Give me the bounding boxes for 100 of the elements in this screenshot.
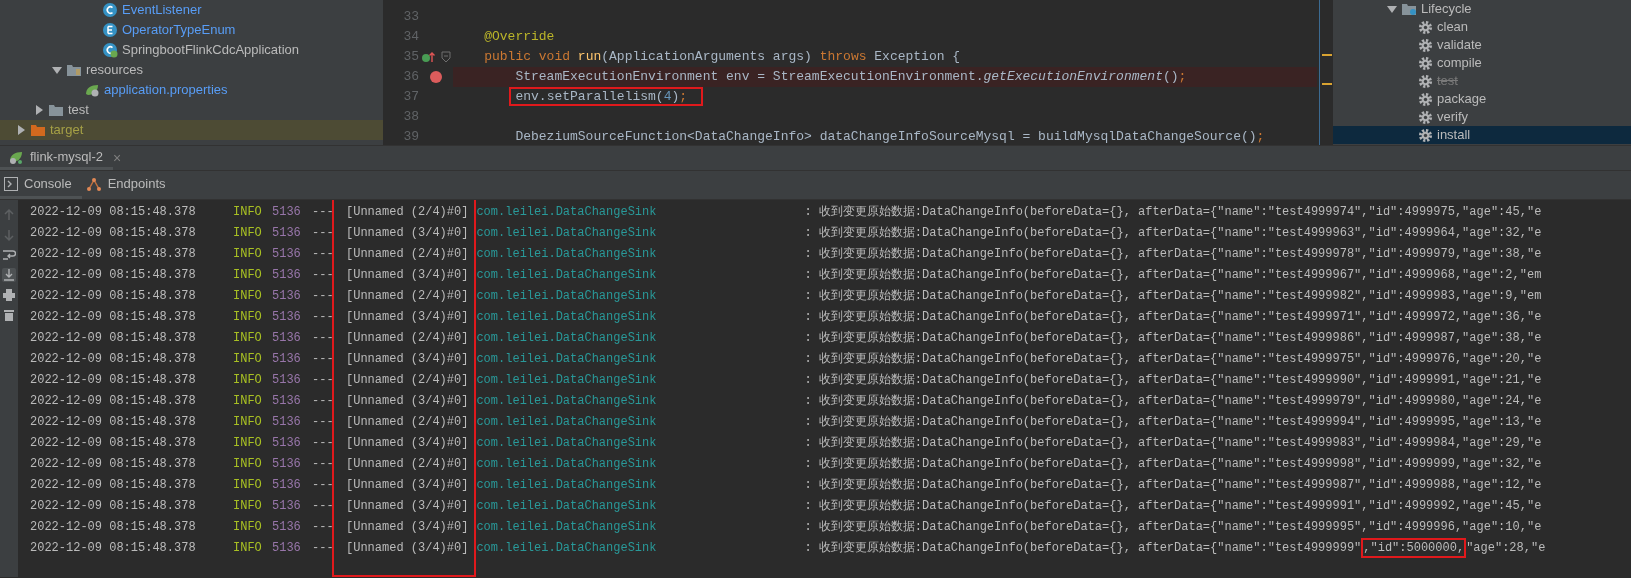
process-id: 5136 <box>272 225 302 242</box>
log-message: : 收到变更原始数据:DataChangeInfo(beforeData={}, afterData={"name":"test4999978","id":4999979,"age":38,"e <box>804 246 1543 263</box>
log-separator: --- <box>312 498 332 515</box>
collapsed-arrow-icon[interactable] <box>34 105 44 115</box>
maven-goal[interactable]: compile <box>1437 53 1482 73</box>
logger-name: com.leilei.DataChangeSink <box>476 393 658 410</box>
trash-icon[interactable] <box>2 308 16 322</box>
log-level: INFO <box>233 456 263 473</box>
log-level: INFO <box>233 309 263 326</box>
log-separator: --- <box>312 204 332 221</box>
gear-icon <box>1418 73 1433 89</box>
log-level: INFO <box>233 225 263 242</box>
gear-icon <box>1418 127 1433 143</box>
gear-icon <box>1418 55 1433 71</box>
breakpoint-icon[interactable] <box>430 71 442 83</box>
log-level: INFO <box>233 435 263 452</box>
gear-icon <box>1418 37 1433 53</box>
console-tab[interactable]: Endpoints <box>81 171 176 199</box>
log-message: : 收到变更原始数据:DataChangeInfo(beforeData={}, afterData={"name":"test4999974","id":4999975,"age":45,"e <box>804 204 1543 221</box>
thread-name: [Unnamed (3/4)#0] <box>346 225 469 242</box>
maven-goal[interactable]: package <box>1437 89 1487 109</box>
process-id: 5136 <box>272 477 302 494</box>
log-message: : 收到变更原始数据:DataChangeInfo(beforeData={}, afterData={"name":"test4999987","id":4999988,"age":12,"e <box>804 477 1543 494</box>
log-timestamp: 2022-12-09 08:15:48.378 <box>30 393 197 410</box>
logger-name: com.leilei.DataChangeSink <box>476 519 658 536</box>
log-timestamp: 2022-12-09 08:15:48.378 <box>30 267 197 284</box>
collapsed-arrow-icon[interactable] <box>16 125 26 135</box>
log-message: : 收到变更原始数据:DataChangeInfo(beforeData={}, afterData={"name":"test4999983","id":4999984,"age":29,"e <box>804 435 1543 452</box>
log-message: : 收到变更原始数据:DataChangeInfo(beforeData={}, afterData={"name":"test4999971","id":4999972,"age":36,"e <box>804 309 1543 326</box>
log-level: INFO <box>233 519 263 536</box>
logger-name: com.leilei.DataChangeSink <box>476 456 658 473</box>
override-icon[interactable] <box>421 50 435 64</box>
code-line: DebeziumSourceFunction<DataChangeInfo> dataChangeInfoSourceMysql = buildMysqlDataChangeSource(); <box>514 128 1266 145</box>
folder-icon <box>30 122 46 138</box>
log-separator: --- <box>312 309 332 326</box>
scroll-to-end-icon[interactable] <box>2 268 16 282</box>
process-id: 5136 <box>272 267 302 284</box>
logger-name: com.leilei.DataChangeSink <box>476 204 658 221</box>
log-message: : 收到变更原始数据:DataChangeInfo(beforeData={}, afterData={"name":"test4999991","id":4999992,"age":45,"e <box>804 498 1543 515</box>
expanded-arrow-icon[interactable] <box>52 65 62 75</box>
log-level: INFO <box>233 540 263 557</box>
thread-name: [Unnamed (3/4)#0] <box>346 540 469 557</box>
logger-name: com.leilei.DataChangeSink <box>476 498 658 515</box>
tree-item[interactable]: test <box>68 100 89 120</box>
maven-goal[interactable]: validate <box>1437 35 1482 55</box>
fold-icon[interactable] <box>441 51 451 63</box>
tree-item[interactable]: Lifecycle <box>1421 0 1472 19</box>
logger-name: com.leilei.DataChangeSink <box>476 246 658 263</box>
log-timestamp: 2022-12-09 08:15:48.378 <box>30 456 197 473</box>
enum-icon <box>102 22 118 38</box>
line-number: 33 <box>402 8 419 26</box>
maven-goal[interactable]: clean <box>1437 17 1469 37</box>
line-number: 36 <box>402 68 419 86</box>
process-id: 5136 <box>272 414 302 431</box>
line-number: 35 <box>402 48 419 66</box>
log-separator: --- <box>312 267 332 284</box>
thread-name: [Unnamed (2/4)#0] <box>346 330 469 347</box>
tree-item[interactable]: target <box>50 120 84 140</box>
process-id: 5136 <box>272 393 302 410</box>
thread-name: [Unnamed (2/4)#0] <box>346 372 469 389</box>
thread-name: [Unnamed (2/4)#0] <box>346 204 469 221</box>
log-timestamp: 2022-12-09 08:15:48.378 <box>30 351 197 368</box>
folder-icon <box>48 102 64 118</box>
tree-item[interactable]: application.properties <box>104 80 228 100</box>
process-id: 5136 <box>272 288 302 305</box>
tree-item[interactable]: SpringbootFlinkCdcApplication <box>122 40 300 60</box>
log-level: INFO <box>233 330 263 347</box>
maven-goal[interactable]: verify <box>1437 107 1469 127</box>
log-level: INFO <box>233 246 263 263</box>
tree-item[interactable]: resources <box>86 60 144 80</box>
tree-item[interactable]: OperatorTypeEnum <box>122 20 236 40</box>
process-id: 5136 <box>272 519 302 536</box>
logger-name: com.leilei.DataChangeSink <box>476 330 658 347</box>
logger-name: com.leilei.DataChangeSink <box>476 414 658 431</box>
maven-goal[interactable]: install <box>1437 125 1471 145</box>
process-id: 5136 <box>272 435 302 452</box>
log-separator: --- <box>312 246 332 263</box>
log-message: : 收到变更原始数据:DataChangeInfo(beforeData={}, afterData={"name":"test4999979","id":4999980,"age":24,"e <box>804 393 1543 410</box>
thread-name: [Unnamed (2/4)#0] <box>346 456 469 473</box>
log-level: INFO <box>233 351 263 368</box>
thread-name: [Unnamed (3/4)#0] <box>346 435 469 452</box>
process-id: 5136 <box>272 204 302 221</box>
soft-wrap-icon[interactable] <box>2 248 16 262</box>
log-timestamp: 2022-12-09 08:15:48.378 <box>30 540 197 557</box>
line-number: 39 <box>402 128 419 145</box>
line-number: 38 <box>402 108 419 126</box>
log-level: INFO <box>233 414 263 431</box>
line-number: 34 <box>402 28 419 46</box>
expanded-arrow-icon[interactable] <box>1387 4 1397 14</box>
logger-name: com.leilei.DataChangeSink <box>476 540 658 557</box>
spring-class-icon <box>102 42 118 58</box>
log-separator: --- <box>312 477 332 494</box>
gear-icon <box>1418 91 1433 107</box>
log-timestamp: 2022-12-09 08:15:48.378 <box>30 477 197 494</box>
thread-name: [Unnamed (3/4)#0] <box>346 351 469 368</box>
tree-item[interactable]: EventListener <box>122 0 202 20</box>
code-line: @Override <box>483 28 556 46</box>
process-id: 5136 <box>272 351 302 368</box>
log-level: INFO <box>233 372 263 389</box>
log-separator: --- <box>312 372 332 389</box>
